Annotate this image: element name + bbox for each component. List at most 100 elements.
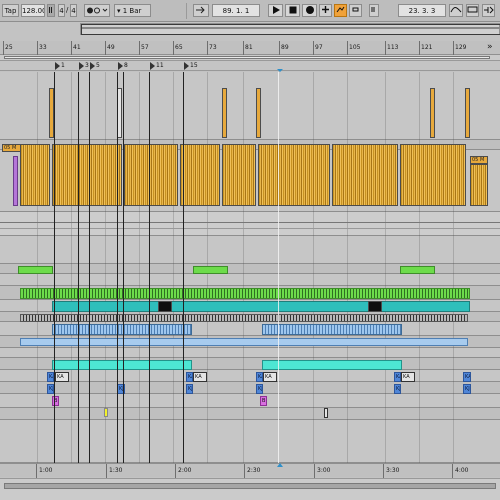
midi-clip[interactable]: KA: [256, 372, 263, 382]
midi-clip[interactable]: KA: [55, 372, 69, 382]
midi-clip[interactable]: KJ: [256, 384, 263, 394]
tempo-field[interactable]: 128.00: [21, 4, 45, 17]
audio-clip[interactable]: [180, 144, 220, 206]
audio-clip[interactable]: [470, 164, 488, 206]
audio-clip[interactable]: [400, 144, 466, 206]
punch-in-button[interactable]: [369, 4, 379, 17]
locator-marker[interactable]: 8: [117, 61, 128, 71]
midi-clip[interactable]: [324, 408, 328, 418]
midi-clip[interactable]: [20, 314, 468, 322]
stop-button[interactable]: [285, 4, 300, 17]
locator-flag-icon: [90, 61, 95, 70]
midi-clip[interactable]: KA: [401, 372, 415, 382]
audio-clip[interactable]: [332, 144, 398, 206]
time-signature-denominator[interactable]: 4: [70, 4, 77, 17]
audio-clip[interactable]: [222, 88, 227, 138]
audio-clip[interactable]: [258, 144, 330, 206]
beat-time-ruler[interactable]: 25 33 41 49 57 65 73 81 89 97 105 113 12…: [0, 41, 500, 55]
midi-clip[interactable]: [104, 408, 108, 417]
midi-clip[interactable]: KA: [394, 372, 401, 382]
audio-clip[interactable]: [222, 144, 256, 206]
midi-clip[interactable]: KA: [47, 372, 54, 382]
midi-clip[interactable]: [18, 266, 53, 274]
midi-clip[interactable]: KJ: [394, 384, 401, 394]
automation-arm-button[interactable]: [334, 4, 347, 17]
tap-tempo-button[interactable]: Tap: [2, 4, 19, 17]
midi-clip[interactable]: KJ: [463, 384, 471, 394]
overdub-button[interactable]: [319, 4, 332, 17]
mapping-button[interactable]: [482, 4, 495, 17]
clip-name: KA: [265, 374, 272, 380]
track-lane[interactable]: [0, 72, 500, 140]
metronome-button[interactable]: [84, 4, 110, 17]
audio-clip[interactable]: [124, 144, 178, 206]
nudge-down-button[interactable]: [47, 4, 55, 17]
midi-clip[interactable]: [193, 266, 228, 274]
grid-line: [385, 72, 386, 463]
arrangement-overview[interactable]: [80, 23, 500, 35]
audio-clip[interactable]: [13, 156, 18, 206]
midi-clip[interactable]: B: [260, 396, 267, 406]
midi-clip[interactable]: KJ: [186, 384, 193, 394]
midi-clip[interactable]: [158, 301, 172, 312]
clip-header[interactable]: 05 M: [2, 144, 22, 152]
record-button[interactable]: [302, 4, 317, 17]
audio-clip[interactable]: [430, 88, 435, 138]
midi-clip[interactable]: KJ: [47, 384, 54, 394]
automation-line[interactable]: [0, 222, 500, 223]
midi-clip[interactable]: KA: [463, 372, 471, 382]
track-lane[interactable]: [0, 408, 500, 420]
locator-marker[interactable]: 11: [149, 61, 164, 71]
horizontal-scrollbar[interactable]: [0, 478, 500, 500]
track-lane[interactable]: [0, 394, 500, 408]
locator-marker[interactable]: 5: [89, 61, 100, 71]
track-lane[interactable]: [0, 274, 500, 286]
time-label: 2:00: [175, 464, 191, 478]
midi-clip[interactable]: [262, 360, 402, 370]
audio-clip[interactable]: [20, 144, 50, 206]
locator-marker[interactable]: 3: [78, 61, 89, 71]
track-lane[interactable]: [0, 212, 500, 236]
midi-clip[interactable]: [52, 301, 470, 312]
midi-clip[interactable]: [368, 301, 382, 312]
midi-clip[interactable]: [20, 338, 468, 346]
midi-clip[interactable]: [52, 324, 192, 335]
locator-marker[interactable]: 1: [54, 61, 65, 71]
track-lane[interactable]: [0, 236, 500, 264]
track-lane[interactable]: [0, 370, 500, 382]
audio-clip[interactable]: [52, 144, 122, 206]
locator-marker[interactable]: 15: [183, 61, 198, 71]
overview-visible-range[interactable]: [81, 24, 500, 35]
midi-clip[interactable]: [262, 324, 402, 335]
track-lane[interactable]: [0, 348, 500, 358]
track-lane[interactable]: [0, 420, 500, 463]
midi-clip[interactable]: KA: [193, 372, 207, 382]
audio-clip[interactable]: [256, 88, 261, 138]
arrangement-position-field[interactable]: 89. 1. 1: [212, 4, 260, 17]
track-lane[interactable]: [0, 382, 500, 394]
loop-start-field[interactable]: 23. 3. 3: [398, 4, 446, 17]
clip-name: KA: [195, 374, 202, 380]
midi-clip[interactable]: [20, 288, 470, 299]
scrollbar-thumb[interactable]: [4, 483, 496, 489]
automation-line[interactable]: [0, 228, 500, 229]
quantize-menu[interactable]: ▾ 1 Bar: [114, 4, 151, 17]
audio-clip[interactable]: [465, 88, 470, 138]
midi-clip[interactable]: KA: [186, 372, 193, 382]
locator-strip[interactable]: [0, 61, 500, 71]
midi-clip[interactable]: [52, 360, 192, 370]
scroll-right-button[interactable]: »: [486, 41, 493, 55]
time-ruler[interactable]: 1:00 1:30 2:00 2:30 3:00 3:30 4:00: [0, 463, 500, 478]
midi-clip[interactable]: KA: [263, 372, 277, 382]
loop-switch[interactable]: [349, 4, 362, 17]
draw-mode-button[interactable]: [449, 4, 463, 17]
follow-button[interactable]: [193, 4, 209, 17]
arrangement-view[interactable]: 05 M 05 M KA KA KA KA KA KA KA KA KA KJ …: [0, 72, 500, 463]
computer-keyboard-button[interactable]: [466, 4, 479, 17]
midi-clip[interactable]: [400, 266, 435, 274]
play-button[interactable]: [268, 4, 283, 17]
time-signature-numerator[interactable]: 4: [58, 4, 65, 17]
bar-number: 97: [313, 41, 323, 55]
loop-brace[interactable]: [4, 56, 490, 59]
clip-header[interactable]: 05 M: [470, 156, 488, 164]
